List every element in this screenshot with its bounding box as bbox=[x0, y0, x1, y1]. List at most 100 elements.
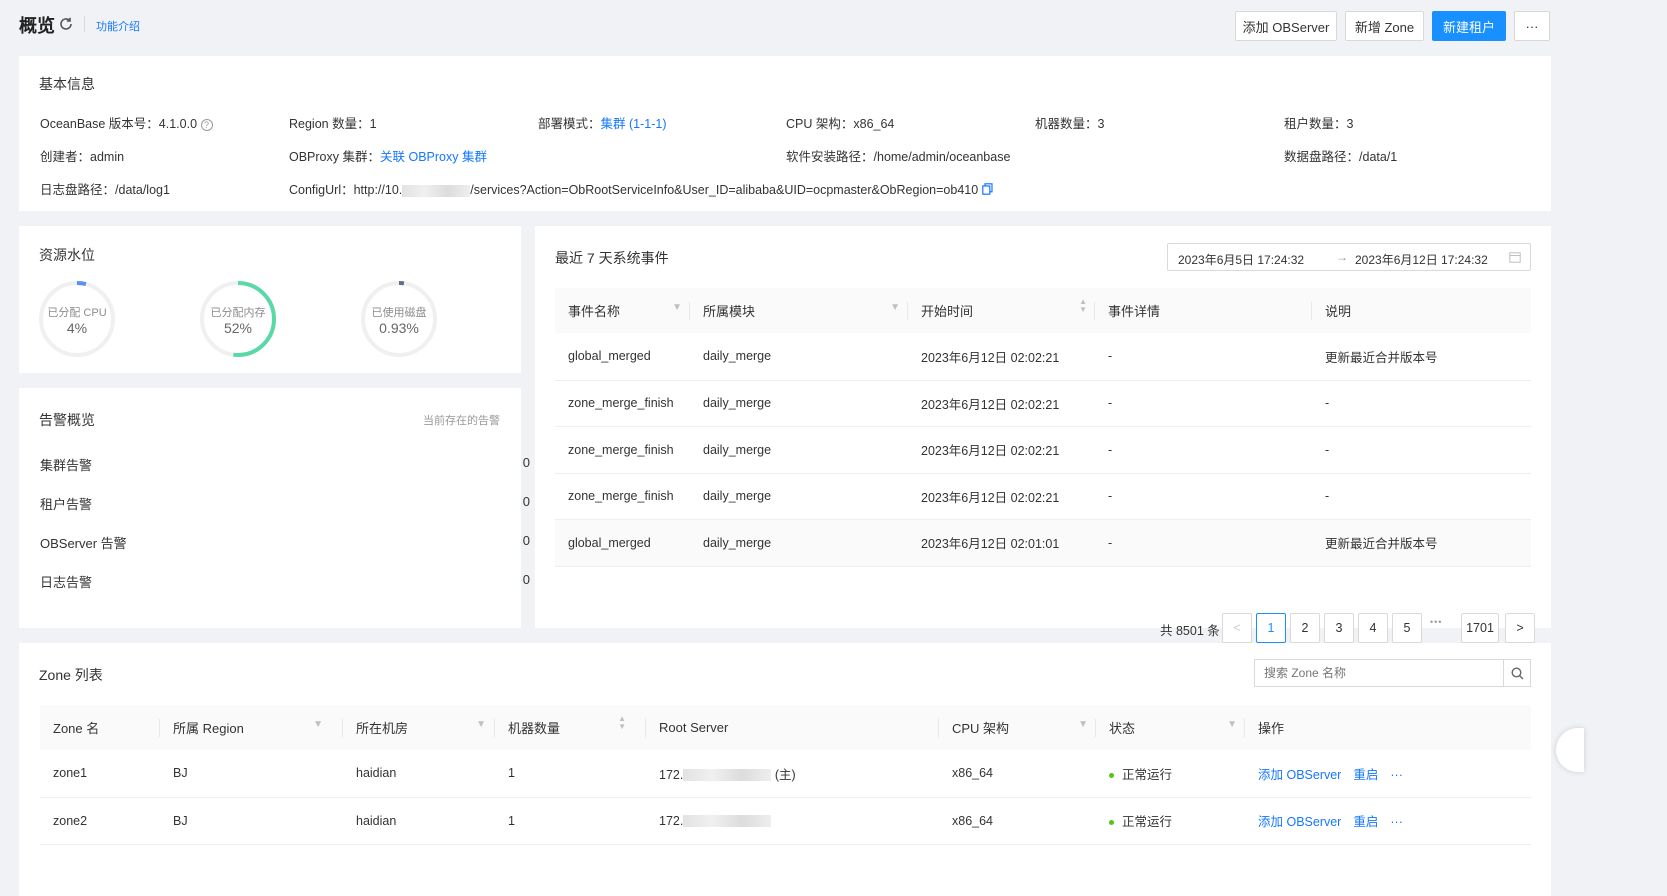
table-row[interactable]: zone1 BJ haidian 1 172. (主) x86_64 正常运行 … bbox=[40, 750, 1531, 798]
basic-info-card: 基本信息 OceanBase 版本号：4.1.0.0 ? Region 数量：1… bbox=[19, 56, 1551, 211]
help-icon[interactable]: ? bbox=[200, 118, 213, 131]
date-range-picker[interactable]: 2023年6月5日 17:24:32 → 2023年6月12日 17:24:32 bbox=[1167, 243, 1531, 271]
table-row[interactable]: zone_merge_finish daily_merge 2023年6月12日 0… bbox=[555, 380, 1531, 427]
disk-gauge: 已使用磁盘 0.93% bbox=[358, 278, 440, 360]
alert-row-tenant[interactable]: 租户告警 0 bbox=[40, 494, 530, 513]
obproxy-info: OBProxy 集群：关联 OBProxy 集群 bbox=[289, 150, 487, 164]
deploy-info: 部署模式：集群 (1-1-1) bbox=[538, 117, 667, 131]
filter-icon[interactable]: ▼ bbox=[476, 719, 486, 730]
pagination-page-4[interactable]: 4 bbox=[1358, 613, 1388, 643]
pagination-page-2[interactable]: 2 bbox=[1290, 613, 1320, 643]
events-table: 事件名称 ▼ 所属模块 ▼ 开始时间 ▲ ▼ 事件详情 说明 global_merged… bbox=[555, 288, 1531, 567]
date-from[interactable]: 2023年6月5日 17:24:32 bbox=[1178, 251, 1304, 268]
zone-search-input[interactable] bbox=[1254, 659, 1504, 687]
calendar-icon bbox=[1509, 251, 1521, 266]
resource-title: 资源水位 bbox=[39, 247, 95, 263]
memory-gauge-value: 52% bbox=[223, 320, 253, 336]
more-button[interactable]: ··· bbox=[1514, 11, 1550, 41]
filter-icon[interactable]: ▼ bbox=[1078, 719, 1088, 730]
col-zone-name: Zone 名 bbox=[40, 705, 160, 750]
creator-info: 创建者：admin bbox=[40, 150, 125, 164]
add-observer-link[interactable]: 添加 OBServer bbox=[1258, 768, 1341, 782]
pagination-ellipsis[interactable]: ••• bbox=[1430, 617, 1442, 627]
resource-card: 资源水位 已分配 CPU 4% 已分配内存 52% 已使用磁盘 0.93% bbox=[19, 226, 521, 373]
install-path-info: 软件安装路径：/home/admin/oceanbase bbox=[786, 150, 1011, 164]
restart-link[interactable]: 重启 bbox=[1353, 768, 1378, 782]
log-disk-info: 日志盘路径：/data/log1 bbox=[40, 183, 170, 197]
add-observer-link[interactable]: 添加 OBServer bbox=[1258, 815, 1341, 829]
table-row[interactable]: global_merged daily_merge 2023年6月12日 02:02… bbox=[555, 333, 1531, 381]
table-row[interactable]: zone2 BJ haidian 1 172. x86_64 正常运行 添加 O… bbox=[40, 797, 1531, 845]
col-actions: 操作 bbox=[1245, 705, 1531, 750]
col-cpu: CPU 架构 ▼ bbox=[939, 705, 1096, 750]
col-idc: 所在机房 ▼ bbox=[343, 705, 495, 750]
basic-info-title: 基本信息 bbox=[39, 76, 95, 92]
obproxy-link[interactable]: 关联 OBProxy 集群 bbox=[380, 150, 487, 164]
add-zone-button[interactable]: 新增 Zone bbox=[1345, 11, 1424, 41]
intro-link[interactable]: 功能介绍 bbox=[96, 18, 140, 34]
new-tenant-button[interactable]: 新建租户 bbox=[1432, 11, 1506, 41]
region-info: Region 数量：1 bbox=[289, 117, 377, 131]
search-button[interactable] bbox=[1503, 659, 1531, 687]
zone-search bbox=[1254, 659, 1531, 687]
machines-info: 机器数量：3 bbox=[1035, 117, 1105, 131]
alert-row-cluster[interactable]: 集群告警 0 bbox=[40, 455, 530, 474]
alert-row-observer[interactable]: OBServer 告警 0 bbox=[40, 533, 530, 552]
filter-icon[interactable]: ▼ bbox=[672, 302, 682, 313]
deploy-link[interactable]: 集群 (1-1-1) bbox=[601, 117, 667, 131]
filter-icon[interactable]: ▼ bbox=[890, 302, 900, 313]
date-arrow: → bbox=[1336, 250, 1348, 264]
row-more-link[interactable]: ··· bbox=[1390, 768, 1403, 782]
cpu-gauge-label: 已分配 CPU bbox=[47, 307, 107, 319]
pagination-page-3[interactable]: 3 bbox=[1324, 613, 1354, 643]
zone-table: Zone 名 所属 Region ▼ 所在机房 ▼ 机器数量 ▲ ▼ Root Serv… bbox=[40, 705, 1531, 845]
table-row[interactable]: global_merged daily_merge 2023年6月12日 02:01… bbox=[555, 519, 1531, 567]
col-region: 所属 Region ▼ bbox=[160, 705, 343, 750]
filter-icon[interactable]: ▼ bbox=[1227, 719, 1237, 730]
filter-icon[interactable]: ▼ bbox=[313, 719, 323, 730]
sort-icon[interactable]: ▲ ▼ bbox=[618, 715, 626, 731]
events-card: 最近 7 天系统事件 2023年6月5日 17:24:32 → 2023年6月1… bbox=[535, 226, 1551, 628]
col-status: 状态 ▼ bbox=[1096, 705, 1245, 750]
data-disk-info: 数据盘路径：/data/1 bbox=[1284, 150, 1398, 164]
status-badge: 正常运行 bbox=[1122, 815, 1173, 829]
pagination-page-5[interactable]: 5 bbox=[1392, 613, 1422, 643]
date-to[interactable]: 2023年6月12日 17:24:32 bbox=[1355, 251, 1488, 268]
col-machines: 机器数量 ▲ ▼ bbox=[495, 705, 646, 750]
side-float-handle[interactable] bbox=[1556, 728, 1584, 772]
alert-row-log[interactable]: 日志告警 0 bbox=[40, 572, 530, 591]
header-divider bbox=[84, 16, 85, 32]
redacted-ip bbox=[683, 769, 772, 782]
pagination-prev[interactable]: < bbox=[1222, 613, 1252, 643]
row-more-link[interactable]: ··· bbox=[1390, 815, 1403, 829]
pagination-next[interactable]: > bbox=[1505, 613, 1535, 643]
pagination-last[interactable]: 1701 bbox=[1461, 613, 1499, 643]
status-dot bbox=[1109, 820, 1114, 826]
restart-link[interactable]: 重启 bbox=[1353, 815, 1378, 829]
refresh-icon[interactable] bbox=[58, 16, 74, 32]
col-module: 所属模块 ▼ bbox=[690, 288, 908, 333]
version-info: OceanBase 版本号：4.1.0.0 ? bbox=[40, 113, 213, 132]
table-row[interactable]: zone_merge_finish daily_merge 2023年6月12日 0… bbox=[555, 426, 1531, 474]
add-observer-button[interactable]: 添加 OBServer bbox=[1235, 11, 1337, 41]
table-row[interactable]: zone_merge_finish daily_merge 2023年6月12日 0… bbox=[555, 473, 1531, 520]
memory-gauge-label: 已分配内存 bbox=[210, 307, 266, 319]
pagination-page-1[interactable]: 1 bbox=[1256, 613, 1286, 643]
col-detail: 事件详情 bbox=[1095, 288, 1312, 333]
zone-title: Zone 列表 bbox=[39, 667, 103, 683]
events-title: 最近 7 天系统事件 bbox=[555, 250, 669, 266]
cpu-gauge-value: 4% bbox=[66, 320, 88, 336]
sort-icon[interactable]: ▲ ▼ bbox=[1079, 298, 1087, 314]
zone-card: Zone 列表 Zone 名 所属 Region▼ 所在机房▼ 机器数量▲▼ R… bbox=[19, 643, 1551, 896]
alert-title: 告警概览 bbox=[39, 412, 95, 428]
cpu-info: CPU 架构：x86_64 bbox=[786, 117, 895, 131]
copy-icon[interactable] bbox=[981, 183, 993, 198]
configurl-info: ConfigUrl：http://10./services?Action=ObR… bbox=[289, 179, 993, 198]
tenants-info: 租户数量：3 bbox=[1284, 117, 1354, 131]
pagination-total: 共 8501 条 bbox=[1160, 624, 1220, 638]
col-start-time: 开始时间 ▲ ▼ bbox=[908, 288, 1095, 333]
disk-gauge-label: 已使用磁盘 bbox=[371, 307, 427, 319]
cpu-gauge: 已分配 CPU 4% bbox=[36, 278, 118, 360]
alert-hint: 当前存在的告警 bbox=[423, 415, 500, 427]
memory-gauge: 已分配内存 52% bbox=[197, 278, 279, 360]
